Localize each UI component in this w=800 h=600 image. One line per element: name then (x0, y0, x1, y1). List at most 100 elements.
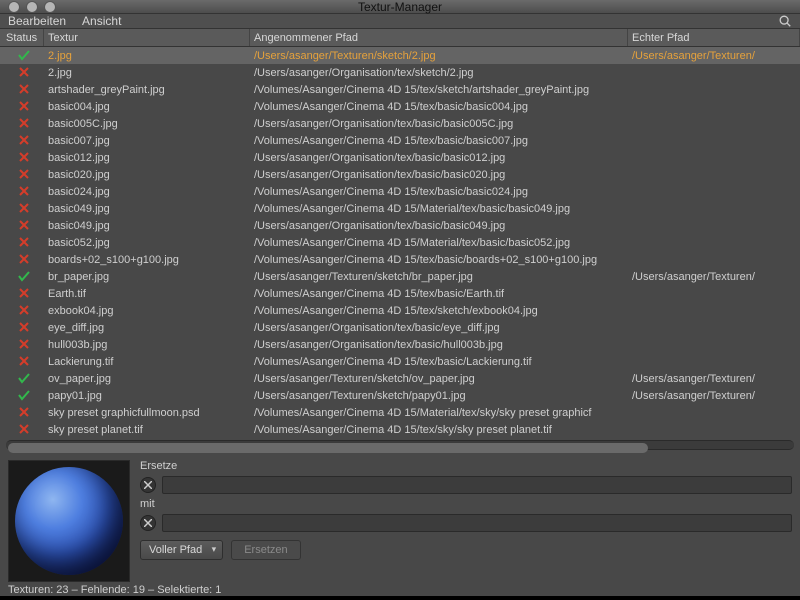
cross-icon (17, 422, 31, 436)
cell-texture: basic005C.jpg (44, 118, 250, 130)
cell-assumed-path: /Volumes/Asanger/Cinema 4D 15/tex/basic/… (250, 186, 628, 198)
cell-assumed-path: /Users/asanger/Texturen/sketch/br_paper.… (250, 271, 628, 283)
bottom-panel: Ersetze mit Voller Pfad Ersetzen (0, 454, 800, 584)
cross-icon (17, 133, 31, 147)
cell-assumed-path: /Volumes/Asanger/Cinema 4D 15/Material/t… (250, 203, 628, 215)
cell-texture: basic004.jpg (44, 101, 250, 113)
cell-assumed-path: /Users/asanger/Organisation/tex/basic/ey… (250, 322, 628, 334)
with-input[interactable] (162, 514, 792, 532)
cell-assumed-path: /Users/asanger/Texturen/sketch/2.jpg (250, 50, 628, 62)
cross-icon (17, 99, 31, 113)
table-row[interactable]: sky preset planet.tif/Volumes/Asanger/Ci… (0, 421, 800, 438)
table-row[interactable]: basic012.jpg/Users/asanger/Organisation/… (0, 149, 800, 166)
col-header-status[interactable]: Status (0, 29, 44, 46)
table-row[interactable]: basic024.jpg/Volumes/Asanger/Cinema 4D 1… (0, 183, 800, 200)
table-row[interactable]: basic052.jpg/Volumes/Asanger/Cinema 4D 1… (0, 234, 800, 251)
path-mode-select[interactable]: Voller Pfad (140, 540, 223, 560)
table-row[interactable]: 2.jpg/Users/asanger/Organisation/tex/ske… (0, 64, 800, 81)
table-row[interactable]: exbook04.jpg/Volumes/Asanger/Cinema 4D 1… (0, 302, 800, 319)
cross-icon (17, 405, 31, 419)
status-bar: Texturen: 23 – Fehlende: 19 – Selektiert… (0, 584, 800, 597)
cell-assumed-path: /Volumes/Asanger/Cinema 4D 15/tex/basic/… (250, 254, 628, 266)
table-row[interactable]: basic049.jpg/Volumes/Asanger/Cinema 4D 1… (0, 200, 800, 217)
cell-real-path: /Users/asanger/Texturen/ (628, 50, 800, 62)
cross-icon (17, 150, 31, 164)
cell-real-path: /Users/asanger/Texturen/ (628, 373, 800, 385)
bottom-border (0, 596, 800, 600)
cross-icon (17, 354, 31, 368)
table-row[interactable]: artshader_greyPaint.jpg/Volumes/Asanger/… (0, 81, 800, 98)
table-row[interactable]: hull003b.jpg/Users/asanger/Organisation/… (0, 336, 800, 353)
cell-texture: 2.jpg (44, 67, 250, 79)
cell-texture: Earth.tif (44, 288, 250, 300)
cell-assumed-path: /Volumes/Asanger/Cinema 4D 15/tex/sketch… (250, 84, 628, 96)
table-row[interactable]: basic007.jpg/Volumes/Asanger/Cinema 4D 1… (0, 132, 800, 149)
table-row[interactable]: boards+02_s100+g100.jpg/Volumes/Asanger/… (0, 251, 800, 268)
search-icon[interactable] (778, 14, 792, 28)
table-row[interactable]: Lackierung.tif/Volumes/Asanger/Cinema 4D… (0, 353, 800, 370)
cell-texture: Lackierung.tif (44, 356, 250, 368)
table-row[interactable]: basic020.jpg/Users/asanger/Organisation/… (0, 166, 800, 183)
cross-icon (17, 218, 31, 232)
check-icon (17, 371, 31, 385)
cell-texture: papy01.jpg (44, 390, 250, 402)
cell-texture: basic007.jpg (44, 135, 250, 147)
cross-icon (17, 303, 31, 317)
cross-icon (17, 201, 31, 215)
scrollbar-thumb[interactable] (8, 443, 648, 453)
cross-icon (17, 184, 31, 198)
cell-real-path: /Users/asanger/Texturen/ (628, 390, 800, 402)
cell-assumed-path: /Volumes/Asanger/Cinema 4D 15/tex/basic/… (250, 101, 628, 113)
col-header-assumed-path[interactable]: Angenommener Pfad (250, 29, 628, 46)
table-row[interactable]: ov_paper.jpg/Users/asanger/Texturen/sket… (0, 370, 800, 387)
cross-icon (17, 286, 31, 300)
cell-texture: basic024.jpg (44, 186, 250, 198)
cell-assumed-path: /Users/asanger/Organisation/tex/sketch/2… (250, 67, 628, 79)
table-row[interactable]: basic049.jpg/Users/asanger/Organisation/… (0, 217, 800, 234)
cell-texture: ov_paper.jpg (44, 373, 250, 385)
cell-assumed-path: /Users/asanger/Organisation/tex/basic/ba… (250, 169, 628, 181)
clear-replace-icon[interactable] (140, 477, 156, 493)
cell-texture: basic020.jpg (44, 169, 250, 181)
check-icon (17, 388, 31, 402)
table-row[interactable]: eye_diff.jpg/Users/asanger/Organisation/… (0, 319, 800, 336)
cell-assumed-path: /Volumes/Asanger/Cinema 4D 15/Material/t… (250, 237, 628, 249)
cell-assumed-path: /Volumes/Asanger/Cinema 4D 15/tex/basic/… (250, 135, 628, 147)
check-icon (17, 48, 31, 62)
menubar: Bearbeiten Ansicht (0, 14, 800, 29)
horizontal-scrollbar[interactable] (6, 440, 794, 450)
cell-texture: basic049.jpg (44, 203, 250, 215)
table-row[interactable]: basic004.jpg/Volumes/Asanger/Cinema 4D 1… (0, 98, 800, 115)
cross-icon (17, 320, 31, 334)
replace-controls: Ersetze mit Voller Pfad Ersetzen (140, 460, 792, 582)
col-header-texture[interactable]: Textur (44, 29, 250, 46)
cell-assumed-path: /Users/asanger/Organisation/tex/basic/ba… (250, 152, 628, 164)
texture-table: Status Textur Angenommener Pfad Echter P… (0, 29, 800, 438)
titlebar: Textur-Manager (0, 0, 800, 14)
table-row[interactable]: br_paper.jpg/Users/asanger/Texturen/sket… (0, 268, 800, 285)
table-row[interactable]: Earth.tif/Volumes/Asanger/Cinema 4D 15/t… (0, 285, 800, 302)
table-row[interactable]: sky preset graphicfullmoon.psd/Volumes/A… (0, 404, 800, 421)
replace-label: Ersetze (140, 460, 792, 472)
menu-view[interactable]: Ansicht (82, 14, 121, 28)
cell-assumed-path: /Volumes/Asanger/Cinema 4D 15/Material/t… (250, 407, 628, 419)
check-icon (17, 269, 31, 283)
cell-texture: sky preset planet.tif (44, 424, 250, 436)
col-header-real-path[interactable]: Echter Pfad (628, 29, 800, 46)
preview-sphere (15, 467, 123, 575)
table-header: Status Textur Angenommener Pfad Echter P… (0, 29, 800, 47)
cell-real-path: /Users/asanger/Texturen/ (628, 271, 800, 283)
cell-assumed-path: /Volumes/Asanger/Cinema 4D 15/tex/sky/sk… (250, 424, 628, 436)
cell-assumed-path: /Volumes/Asanger/Cinema 4D 15/tex/basic/… (250, 356, 628, 368)
with-label: mit (140, 498, 792, 510)
table-row[interactable]: papy01.jpg/Users/asanger/Texturen/sketch… (0, 387, 800, 404)
cell-assumed-path: /Volumes/Asanger/Cinema 4D 15/tex/sketch… (250, 305, 628, 317)
cross-icon (17, 337, 31, 351)
menu-edit[interactable]: Bearbeiten (8, 14, 66, 28)
cross-icon (17, 252, 31, 266)
replace-input[interactable] (162, 476, 792, 494)
replace-button[interactable]: Ersetzen (231, 540, 300, 560)
table-row[interactable]: 2.jpg/Users/asanger/Texturen/sketch/2.jp… (0, 47, 800, 64)
table-row[interactable]: basic005C.jpg/Users/asanger/Organisation… (0, 115, 800, 132)
clear-with-icon[interactable] (140, 515, 156, 531)
